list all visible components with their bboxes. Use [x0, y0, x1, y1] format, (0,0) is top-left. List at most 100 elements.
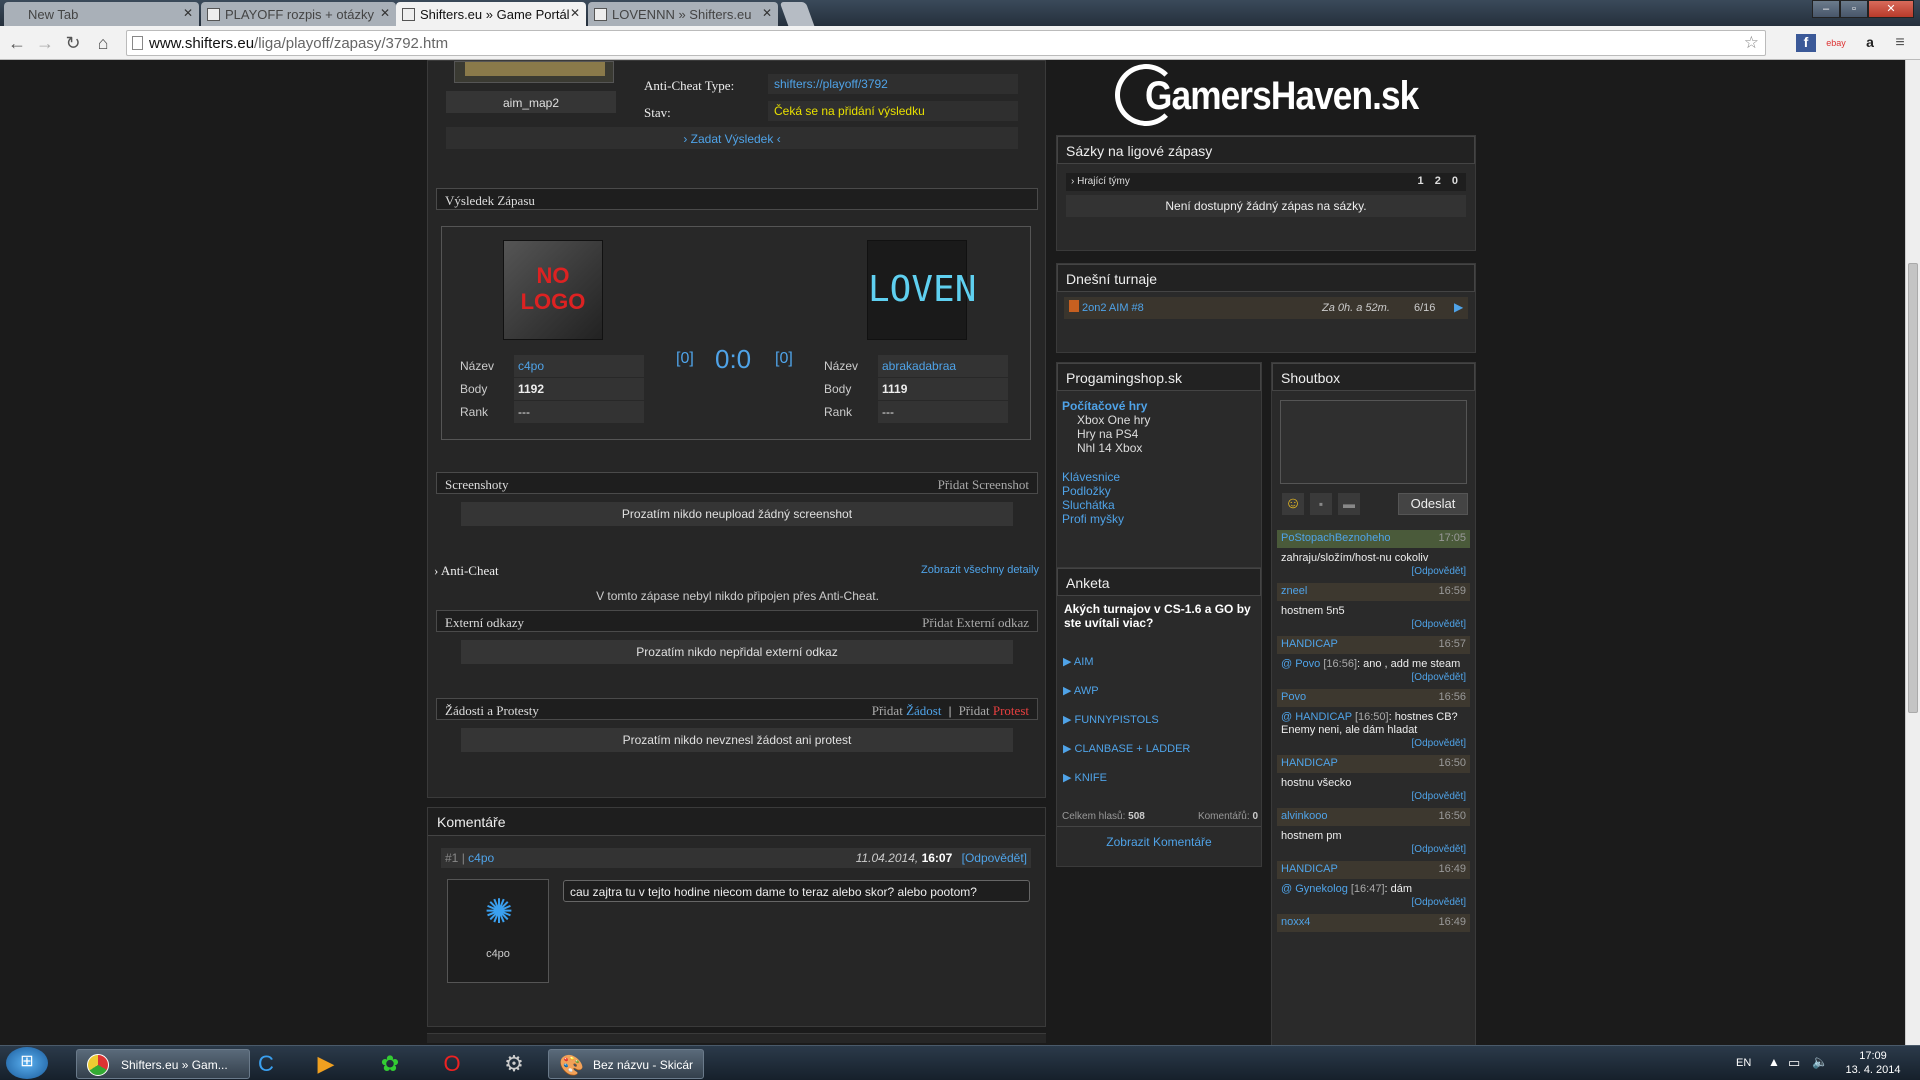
shop-link[interactable]: Sluchátka	[1062, 498, 1124, 512]
maximize-icon[interactable]: ▫	[1840, 0, 1868, 18]
shout-reply-link[interactable]: [Odpovědět]	[1412, 791, 1466, 802]
shout-text: hostnu všecko	[1277, 773, 1470, 790]
shout-user-link[interactable]: Povo	[1281, 691, 1306, 703]
amazon-icon[interactable]: a	[1860, 34, 1880, 52]
poll-option-link[interactable]: FUNNYPISTOLS	[1075, 714, 1159, 726]
shout-user-link[interactable]: HANDICAP	[1281, 863, 1338, 875]
add-request-link[interactable]: Žádost	[906, 703, 941, 718]
shout-user-link[interactable]: noxx4	[1281, 916, 1310, 928]
media-player-icon[interactable]: ▶	[308, 1049, 344, 1079]
shout-user-link[interactable]: alvinkooo	[1281, 810, 1327, 822]
clock[interactable]: 17:09 13. 4. 2014	[1840, 1049, 1906, 1077]
poll-option-link[interactable]: AIM	[1074, 656, 1094, 668]
shop-subitem[interactable]: Nhl 14 Xbox	[1077, 441, 1150, 455]
tab-lovennn[interactable]: LOVENNN » Shifters.eu ✕	[588, 2, 778, 26]
network-icon[interactable]: ▭	[1788, 1055, 1800, 1071]
anticheat-details-link[interactable]: Zobrazit všechny detaily	[921, 564, 1039, 576]
submit-result-link[interactable]: › Zadat Výsledek ‹	[683, 132, 780, 146]
close-icon[interactable]: ✕	[570, 6, 580, 20]
comments-header: Komentáře	[428, 808, 1045, 836]
shop-category-link[interactable]: Počítačové hry	[1062, 399, 1147, 413]
page-scrollbar[interactable]	[1905, 60, 1920, 1045]
submit-result-row: › Zadat Výsledek ‹	[446, 127, 1018, 149]
shout-user-link[interactable]: zneel	[1281, 585, 1307, 597]
steam-icon[interactable]: ⚙	[496, 1049, 532, 1079]
image-icon[interactable]: ▬	[1338, 493, 1360, 515]
icq-icon[interactable]: ✿	[372, 1049, 408, 1079]
tournament-link[interactable]: 2on2 AIM #8	[1082, 302, 1144, 314]
send-button[interactable]: Odeslat	[1398, 493, 1468, 515]
comment-reply-link[interactable]: [Odpovědět]	[962, 851, 1027, 865]
close-icon[interactable]: ✕	[183, 6, 193, 20]
start-button[interactable]: ⊞	[6, 1047, 48, 1079]
tournament-row[interactable]: 2on2 AIM #8 Za 0h. a 52m. 6/16 ▶	[1064, 297, 1468, 319]
close-window-icon[interactable]: ✕	[1868, 0, 1914, 18]
shout-header: Povo 16:56	[1277, 689, 1470, 707]
tab-shifters[interactable]: Shifters.eu » Game Portál ✕	[396, 2, 586, 26]
language-indicator[interactable]: EN	[1736, 1057, 1751, 1069]
poll-option-link[interactable]: AWP	[1074, 685, 1099, 697]
add-protest-link[interactable]: Protest	[993, 703, 1029, 718]
comment-avatar[interactable]: ✺ c4po	[447, 879, 549, 983]
back-icon[interactable]: ←	[6, 32, 28, 54]
poll-option[interactable]: ▶ AWP	[1063, 677, 1190, 706]
format-icon[interactable]: ▪	[1310, 493, 1332, 515]
forward-icon[interactable]: →	[34, 32, 56, 54]
shout-reply-link[interactable]: [Odpovědět]	[1412, 844, 1466, 855]
shout-user-link[interactable]: PoStopachBeznoheho	[1281, 532, 1390, 544]
scrollbar-thumb[interactable]	[1908, 263, 1918, 713]
team2-name-link[interactable]: abrakadabraa	[882, 359, 956, 373]
facebook-icon[interactable]: f	[1796, 34, 1816, 52]
minimize-icon[interactable]: –	[1812, 0, 1840, 18]
shout-reply-link[interactable]: [Odpovědět]	[1412, 897, 1466, 908]
shop-link[interactable]: Podložky	[1062, 484, 1124, 498]
shout-user-link[interactable]: HANDICAP	[1281, 757, 1338, 769]
poll-option[interactable]: ▶ AIM	[1063, 648, 1190, 677]
poll-option[interactable]: ▶ FUNNYPISTOLS	[1063, 706, 1190, 735]
tab-playoff[interactable]: PLAYOFF rozpis + otázky ✕	[201, 2, 396, 26]
close-icon[interactable]: ✕	[380, 6, 390, 20]
close-icon[interactable]: ✕	[762, 6, 772, 20]
menu-icon[interactable]: ≡	[1890, 34, 1910, 52]
show-comments-link[interactable]: Zobrazit Komentáře	[1057, 835, 1261, 849]
comment-author-link[interactable]: c4po	[468, 851, 494, 865]
home-icon[interactable]: ⌂	[92, 32, 114, 54]
poll-option[interactable]: ▶ KNIFE	[1063, 764, 1190, 793]
shop-subitem[interactable]: Xbox One hry	[1077, 413, 1150, 427]
ccleaner-icon[interactable]: C	[248, 1049, 284, 1079]
shout-mention[interactable]: @ HANDICAP	[1281, 711, 1352, 723]
reload-icon[interactable]: ↻	[62, 32, 84, 54]
new-tab-button[interactable]	[779, 2, 815, 26]
anticheat-link[interactable]: shifters://playoff/3792	[774, 77, 888, 91]
taskbar-chrome[interactable]: Shifters.eu » Gam...	[76, 1049, 250, 1079]
poll-option[interactable]: ▶ CLANBASE + LADDER	[1063, 735, 1190, 764]
shop-link[interactable]: Profi myšky	[1062, 512, 1124, 526]
team1-name-link[interactable]: c4po	[518, 359, 544, 373]
shout-reply-link[interactable]: [Odpovědět]	[1412, 566, 1466, 577]
anticheat-type-link[interactable]: shifters://playoff/3792	[768, 74, 1018, 94]
star-icon[interactable]: ☆	[1744, 33, 1759, 53]
address-bar[interactable]: www.shifters.eu/liga/playoff/zapasy/3792…	[126, 30, 1766, 56]
smiley-icon[interactable]: ☺	[1282, 493, 1304, 515]
tray-arrow-icon[interactable]: ▲	[1768, 1055, 1780, 1069]
tab-new-tab[interactable]: New Tab ✕	[4, 2, 199, 26]
volume-icon[interactable]: 🔈	[1812, 1054, 1828, 1070]
poll-option-link[interactable]: CLANBASE + LADDER	[1075, 743, 1191, 755]
poll-option-link[interactable]: KNIFE	[1075, 772, 1107, 784]
shout-reply-link[interactable]: [Odpovědět]	[1412, 619, 1466, 630]
shoutbox-input[interactable]	[1280, 400, 1467, 484]
shout-user-link[interactable]: HANDICAP	[1281, 638, 1338, 650]
shout-reply-link[interactable]: [Odpovědět]	[1412, 672, 1466, 683]
shout-mention[interactable]: @ Povo	[1281, 658, 1320, 670]
ebay-icon[interactable]: ebay	[1826, 34, 1846, 52]
play-icon[interactable]: ▶	[1454, 300, 1463, 314]
add-external-link[interactable]: Přidat Externí odkaz	[922, 615, 1029, 631]
taskbar-paint[interactable]: 🎨 Bez názvu - Skicár	[548, 1049, 704, 1079]
shop-subitem[interactable]: Hry na PS4	[1077, 427, 1150, 441]
shout-reply-link[interactable]: [Odpovědět]	[1412, 738, 1466, 749]
add-screenshot-link[interactable]: Přidat Screenshot	[938, 477, 1029, 493]
gamershaven-logo[interactable]: GamersHaven.sk	[1115, 62, 1419, 136]
shout-mention[interactable]: @ Gynekolog	[1281, 883, 1348, 895]
opera-icon[interactable]: O	[434, 1049, 470, 1079]
shop-link[interactable]: Klávesnice	[1062, 470, 1124, 484]
